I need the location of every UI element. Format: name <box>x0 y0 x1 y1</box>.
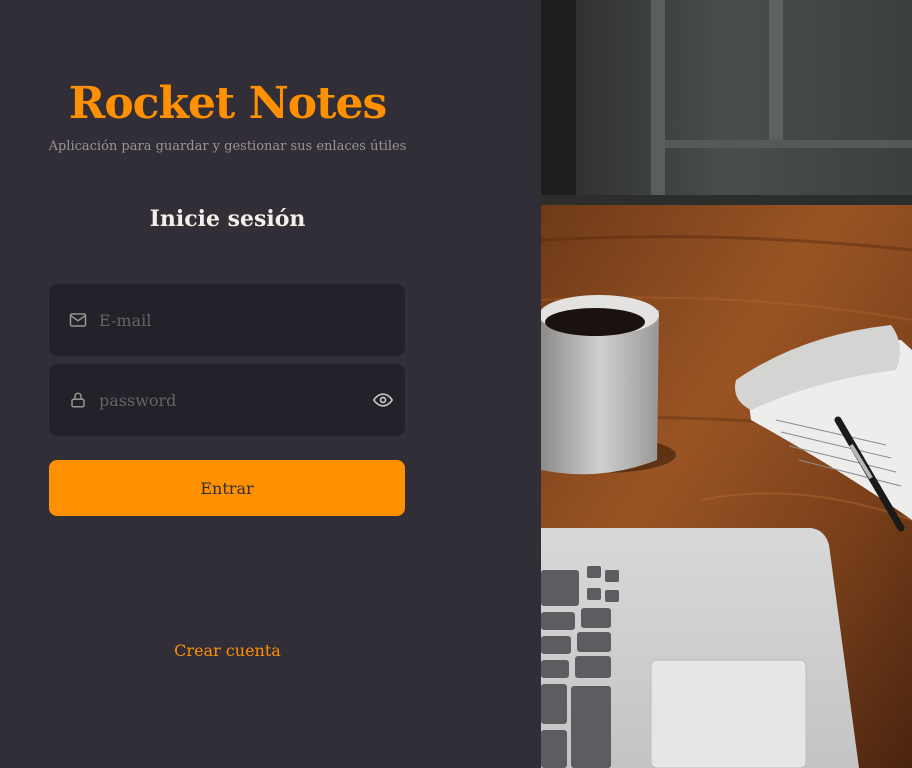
form-heading: Inicie sesión <box>149 206 306 232</box>
create-account-link[interactable]: Crear cuenta <box>0 641 455 660</box>
eye-icon[interactable] <box>373 390 393 410</box>
submit-button[interactable]: Entrar <box>49 460 405 516</box>
mail-icon <box>69 313 87 327</box>
app-title: Rocket Notes <box>68 78 387 129</box>
password-field <box>49 364 405 436</box>
login-panel: Rocket Notes Aplicación para guardar y g… <box>0 0 541 768</box>
password-input[interactable] <box>99 364 369 436</box>
email-input[interactable] <box>99 284 369 356</box>
email-field <box>49 284 405 356</box>
lock-icon <box>71 392 85 408</box>
desk-photo <box>541 0 912 768</box>
hero-image <box>541 0 912 768</box>
app-subtitle: Aplicación para guardar y gestionar sus … <box>48 139 407 154</box>
